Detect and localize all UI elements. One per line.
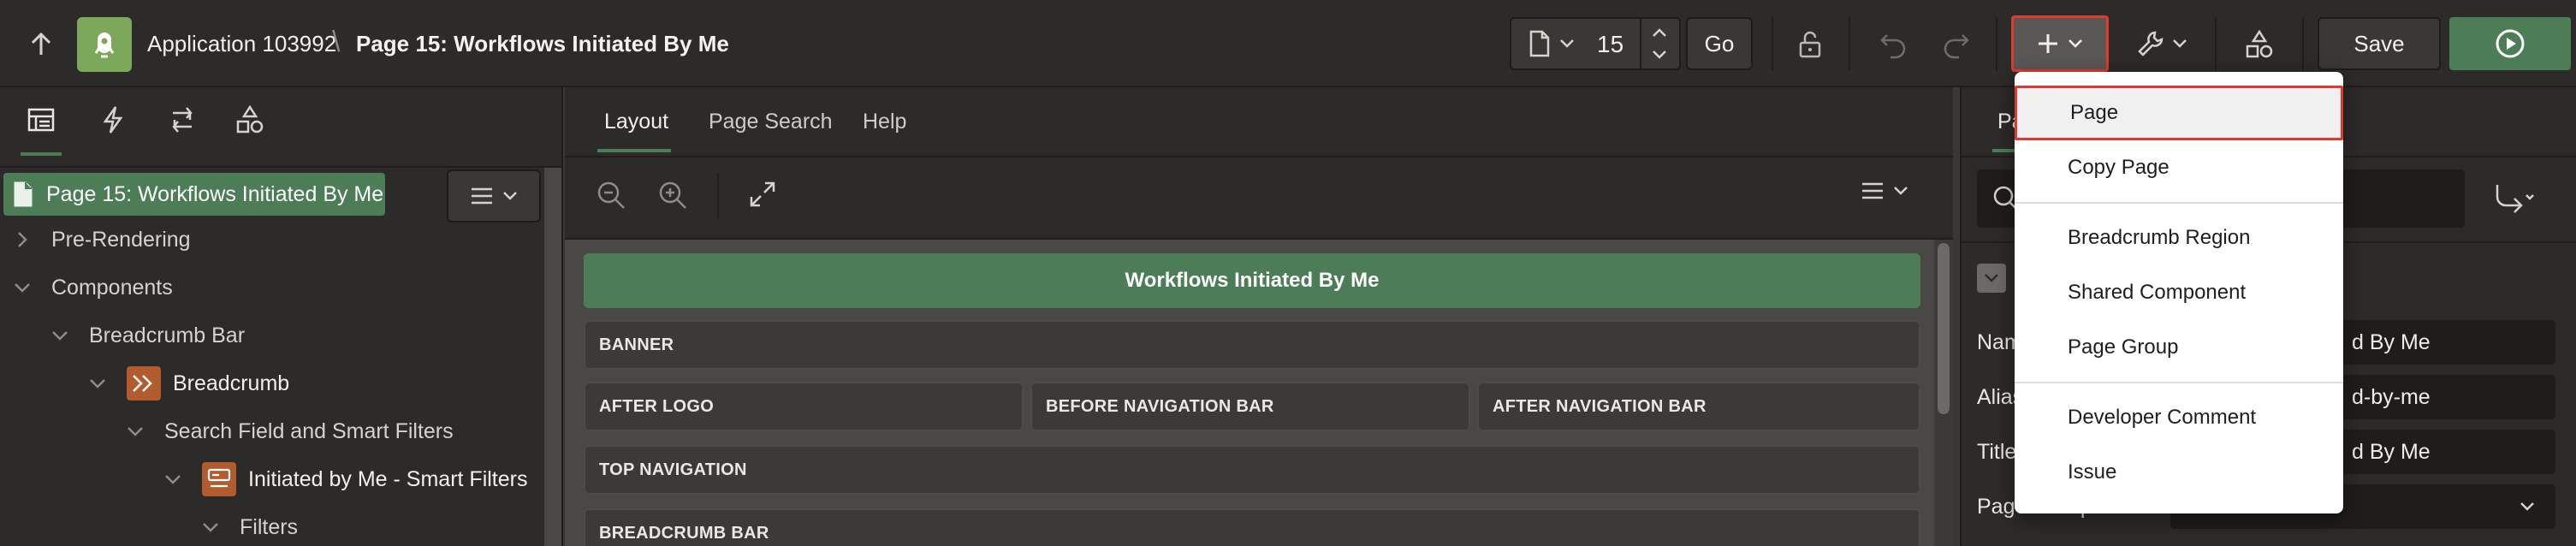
top-navigation-region[interactable]: TOP NAVIGATION xyxy=(584,445,1920,495)
tree-menu-button[interactable] xyxy=(447,169,541,223)
layout-pane: Layout Page Search Help Workflows Initia… xyxy=(565,87,1953,546)
hamburger-icon xyxy=(1861,181,1885,200)
menu-item-copy-page[interactable]: Copy Page xyxy=(2015,140,2343,195)
tree-item-label: Filters xyxy=(240,514,299,539)
processing-tab-icon[interactable] xyxy=(166,104,199,135)
zoom-in-icon[interactable] xyxy=(657,180,688,211)
chevron-down-icon xyxy=(502,191,518,201)
menu-item-page-group[interactable]: Page Group xyxy=(2015,320,2343,375)
chevron-down-icon xyxy=(2172,39,2187,49)
page-icon xyxy=(1528,30,1551,57)
tree-item-breadcrumb[interactable]: Breadcrumb xyxy=(86,359,289,407)
hamburger-icon xyxy=(470,187,494,205)
tree-item-breadcrumb-bar[interactable]: Breadcrumb Bar xyxy=(48,312,245,359)
page-title: Page 15: Workflows Initiated By Me xyxy=(356,31,729,56)
chevron-down-icon xyxy=(2068,39,2083,49)
app-icon[interactable] xyxy=(77,17,132,72)
layout-scrollbar[interactable] xyxy=(1934,240,1953,546)
tree-item-label: Breadcrumb xyxy=(173,371,290,395)
tree-item-pre-rendering[interactable]: Pre-Rendering xyxy=(10,216,191,264)
chevron-down-icon xyxy=(1893,186,1908,196)
up-arrow-icon[interactable] xyxy=(19,22,63,67)
menu-separator xyxy=(2015,382,2343,383)
create-dropdown-menu: Page Copy Page Breadcrumb Region Shared … xyxy=(2015,72,2343,513)
breadcrumb-bar-region[interactable]: BREADCRUMB BAR xyxy=(584,508,1920,546)
after-navigation-bar-region[interactable]: AFTER NAVIGATION BAR xyxy=(1477,382,1920,431)
menu-item-issue[interactable]: Issue xyxy=(2015,445,2343,500)
go-button[interactable]: Go xyxy=(1686,17,1753,70)
increment-icon[interactable] xyxy=(1652,27,1667,38)
chevron-down-icon[interactable] xyxy=(123,419,147,443)
chevron-down-icon xyxy=(2520,501,2535,512)
tree-item-components[interactable]: Components xyxy=(10,264,173,312)
chevron-down-icon[interactable] xyxy=(48,323,72,347)
layout-canvas: Workflows Initiated By Me BANNER AFTER L… xyxy=(565,240,1953,546)
tree-item-label: Breadcrumb Bar xyxy=(89,323,246,347)
save-button[interactable]: Save xyxy=(2318,17,2441,70)
play-icon xyxy=(2494,27,2526,60)
create-button[interactable] xyxy=(2011,15,2109,72)
menu-item-breadcrumb-region[interactable]: Breadcrumb Region xyxy=(2015,211,2343,265)
go-to-group-icon[interactable] xyxy=(2492,181,2535,216)
chevron-down-icon[interactable] xyxy=(199,515,223,539)
app-name-link[interactable]: Application 103992 xyxy=(147,31,336,57)
tree-item-label: Search Field and Smart Filters xyxy=(164,418,454,443)
page-number-input[interactable]: 15 xyxy=(1597,31,1623,58)
page-title-region[interactable]: Workflows Initiated By Me xyxy=(584,253,1920,308)
utilities-button[interactable] xyxy=(2119,17,2205,70)
breadcrumb-separator: \ xyxy=(332,26,341,58)
dynamic-actions-tab-icon[interactable] xyxy=(98,104,128,135)
expand-icon[interactable] xyxy=(748,180,777,209)
tree-item-label: Components xyxy=(51,275,173,300)
chevron-down-icon[interactable] xyxy=(161,467,185,491)
page-selector[interactable]: 15 xyxy=(1510,17,1681,70)
decrement-icon[interactable] xyxy=(1652,50,1667,60)
menu-separator xyxy=(2015,202,2343,204)
shared-components-tab-icon[interactable] xyxy=(234,104,265,135)
redo-icon[interactable] xyxy=(1932,21,1980,68)
breadcrumb-region-icon xyxy=(127,366,161,401)
tree-scrollbar[interactable] xyxy=(544,168,561,546)
chevron-down-icon[interactable] xyxy=(10,276,34,300)
page-icon xyxy=(12,181,34,208)
run-page-button[interactable] xyxy=(2449,17,2571,70)
banner-region[interactable]: BANNER xyxy=(584,320,1920,370)
undo-icon[interactable] xyxy=(1869,21,1917,68)
tab-layout[interactable]: Layout xyxy=(604,110,668,134)
title-label: Title xyxy=(1977,440,2017,464)
tab-page-search[interactable]: Page Search xyxy=(709,110,833,134)
shared-components-icon[interactable] xyxy=(2235,21,2283,68)
menu-item-developer-comment[interactable]: Developer Comment xyxy=(2015,390,2343,445)
smart-filters-icon xyxy=(202,462,236,496)
zoom-out-icon[interactable] xyxy=(596,180,626,211)
tree-item-label: Initiated by Me - Smart Filters xyxy=(248,466,528,491)
rendering-tree-pane: Page 15: Workflows Initiated By Me Pre-R… xyxy=(0,87,563,546)
collapse-identification-icon[interactable] xyxy=(1977,264,2006,293)
menu-item-shared-component[interactable]: Shared Component xyxy=(2015,265,2343,320)
alias-value: d-by-me xyxy=(2352,384,2431,409)
tree-root-label: Page 15: Workflows Initiated By Me xyxy=(46,181,384,206)
menu-item-page[interactable]: Page xyxy=(2015,86,2343,140)
wrench-icon xyxy=(2136,29,2165,58)
rendering-tab-icon[interactable] xyxy=(26,104,56,135)
tree-item-search-field-and-smart-filters[interactable]: Search Field and Smart Filters xyxy=(123,407,454,455)
chevron-down-icon[interactable] xyxy=(86,371,110,395)
chevron-right-icon[interactable] xyxy=(10,228,34,252)
before-navigation-bar-region[interactable]: BEFORE NAVIGATION BAR xyxy=(1030,382,1470,431)
title-value: d By Me xyxy=(2352,439,2431,464)
name-value: d By Me xyxy=(2352,329,2431,354)
after-logo-region[interactable]: AFTER LOGO xyxy=(584,382,1024,431)
lock-icon[interactable] xyxy=(1787,21,1835,68)
tree-item-label: Pre-Rendering xyxy=(51,227,191,252)
tab-help[interactable]: Help xyxy=(863,110,906,134)
layout-menu-button[interactable] xyxy=(1861,181,1908,200)
tree-item-smart-filters[interactable]: Initiated by Me - Smart Filters xyxy=(161,455,527,503)
tree-root-page-node[interactable]: Page 15: Workflows Initiated By Me xyxy=(3,173,385,216)
tree-item-filters[interactable]: Filters xyxy=(199,503,298,546)
chevron-down-icon xyxy=(1559,39,1575,49)
plus-icon xyxy=(2037,33,2059,55)
